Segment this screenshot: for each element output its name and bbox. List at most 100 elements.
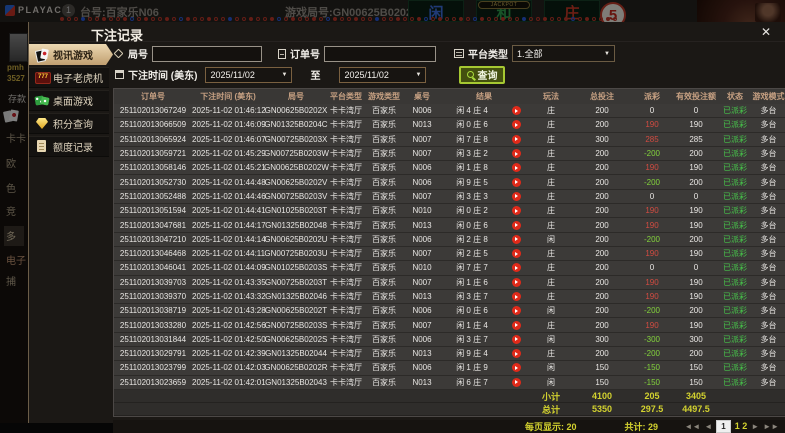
cell-order-number: 251102013047210 [119, 234, 187, 244]
cell-game-type: 百家乐 [372, 349, 396, 359]
cell-table-number: N007 [412, 320, 432, 330]
cell-result: 闲 3 庄 2 [456, 149, 488, 159]
replay-video-icon[interactable] [511, 363, 521, 373]
cell-table-number: N006 [412, 106, 432, 116]
cell-valid-bet: 190 [689, 163, 703, 173]
replay-video-icon[interactable] [511, 163, 521, 173]
cell-result: 闲 9 庄 4 [456, 349, 488, 359]
order-number-input[interactable] [324, 45, 436, 62]
cell-payout: -200 [643, 149, 660, 159]
slot-icon [35, 71, 51, 84]
table-header-row: 订单号 下注时间 (美东) 局号 平台类型 游戏类型 桌号 结果 玩法 总投注 派彩 有效投注额 状态… [114, 89, 785, 104]
cell-bet-time: 2025-11-02 01:44:17 [192, 220, 266, 230]
cell-payout: -200 [643, 349, 660, 359]
replay-video-icon[interactable] [511, 334, 521, 344]
cell-game-mode: 多台 [760, 149, 777, 159]
replay-video-icon[interactable] [511, 349, 521, 359]
replay-video-icon[interactable] [511, 377, 521, 387]
cell-status: 已派彩 [723, 206, 747, 216]
replay-video-icon[interactable] [511, 191, 521, 201]
sidebar-item-dice[interactable]: 桌面游戏 [29, 90, 109, 111]
cell-valid-bet: 200 [689, 149, 703, 159]
balance-label: 3527 [7, 74, 25, 83]
total-valid: 4497.5 [682, 404, 710, 415]
cell-round-number: GN01025B0203T [264, 206, 328, 216]
table-row: 251102013023659 2025-11-02 01:42:01 GN01… [114, 375, 785, 390]
cell-payout: -300 [643, 334, 660, 344]
replay-video-icon[interactable] [511, 149, 521, 159]
replay-video-icon[interactable] [511, 306, 521, 316]
per-page-label: 每页显示: 20 [525, 421, 577, 432]
table-row: 251102013038719 2025-11-02 01:43:28 GN00… [114, 304, 785, 319]
cell-round-number: GN00625B0202V [264, 177, 328, 187]
cell-payout: 190 [645, 120, 659, 130]
cell-game-type: 百家乐 [372, 334, 396, 344]
search-button[interactable]: 查询 [459, 65, 506, 84]
cell-valid-bet: 190 [689, 220, 703, 230]
date-from-picker[interactable]: 2025/11/02 ▼ [205, 66, 293, 83]
replay-video-icon[interactable] [511, 277, 521, 287]
cell-play-type: 闲 [547, 306, 555, 316]
cell-table-number: N006 [412, 363, 432, 373]
cell-total-bet: 200 [595, 106, 609, 116]
order-doc-icon [278, 48, 286, 59]
cell-replay [504, 234, 528, 244]
cell-round-number: GN00725B0203U [264, 249, 328, 259]
cell-payout: -150 [643, 363, 660, 373]
table-row: 251102013052730 2025-11-02 01:44:48 GN00… [114, 175, 785, 190]
cell-valid-bet: 0 [693, 191, 699, 201]
replay-video-icon[interactable] [511, 206, 521, 216]
sidebar-item-cards[interactable]: 视讯游戏 [29, 44, 113, 65]
cell-order-number: 251102013029791 [119, 349, 187, 359]
cell-order-number: 251102013046041 [119, 263, 187, 273]
table-body: 251102013067249 2025-11-02 01:46:12 GN00… [114, 104, 785, 390]
replay-video-icon[interactable] [511, 263, 521, 273]
round-number-input[interactable] [152, 45, 262, 62]
sidebar-item-gem[interactable]: 积分查询 [29, 113, 109, 134]
table-row: 251102013039703 2025-11-02 01:43:35 GN00… [114, 275, 785, 290]
replay-video-icon[interactable] [511, 320, 521, 330]
close-icon[interactable]: ✕ [761, 25, 771, 39]
cell-total-bet: 200 [595, 206, 609, 216]
cell-game-type: 百家乐 [372, 249, 396, 259]
sidebar-item-ledger[interactable]: 额度记录 [29, 136, 109, 157]
cell-bet-time: 2025-11-02 01:44:11 [192, 249, 266, 259]
table-row: 251102013067249 2025-11-02 01:46:12 GN00… [114, 104, 785, 119]
date-to-value: 2025/11/02 [344, 69, 389, 80]
replay-video-icon[interactable] [511, 220, 521, 230]
cell-status: 已派彩 [723, 234, 747, 244]
replay-video-icon[interactable] [511, 177, 521, 187]
sidebar-item-label: 桌面游戏 [53, 97, 93, 108]
table-row: 251102013059721 2025-11-02 01:45:29 GN00… [114, 146, 785, 162]
replay-video-icon[interactable] [511, 292, 521, 301]
cell-status: 已派彩 [723, 349, 747, 359]
cell-play-type: 闲 [547, 334, 555, 344]
sidebar-item-slot[interactable]: 电子老虎机 [29, 67, 109, 88]
modal-title: 下注记录 [91, 28, 144, 43]
replay-video-icon[interactable] [511, 106, 521, 116]
cell-result: 闲 7 庄 7 [456, 263, 488, 273]
filter-bar: 局号 订单号 平台类型 1.全部 ▼ 下注时间 (美东) 2025/11/02 … [113, 42, 785, 88]
cell-status: 已派彩 [723, 320, 747, 330]
cell-payout: 190 [645, 292, 659, 301]
cell-round-number: GN00725B0203W [264, 149, 329, 159]
table-row: 251102013047681 2025-11-02 01:44:17 GN01… [114, 218, 785, 233]
replay-video-icon[interactable] [511, 249, 521, 259]
cell-valid-bet: 200 [689, 306, 703, 316]
replay-video-icon[interactable] [511, 234, 521, 244]
cell-play-type: 闲 [547, 234, 555, 244]
cell-total-bet: 200 [595, 234, 609, 244]
cell-replay [504, 292, 528, 301]
replay-video-icon[interactable] [511, 120, 521, 130]
platform-select[interactable]: 1.全部 ▼ [512, 45, 615, 62]
cell-payout: 190 [645, 163, 659, 173]
cell-status: 已派彩 [723, 249, 747, 259]
current-page-box[interactable]: 1 [716, 419, 731, 433]
cell-status: 已派彩 [723, 149, 747, 159]
cell-replay [504, 120, 528, 130]
cell-replay [504, 163, 528, 173]
replay-video-icon[interactable] [511, 134, 521, 144]
date-to-picker[interactable]: 2025/11/02 ▼ [339, 66, 427, 83]
cell-round-number: GN01325B02043 [265, 377, 327, 387]
cell-result: 闲 0 庄 6 [456, 306, 488, 316]
